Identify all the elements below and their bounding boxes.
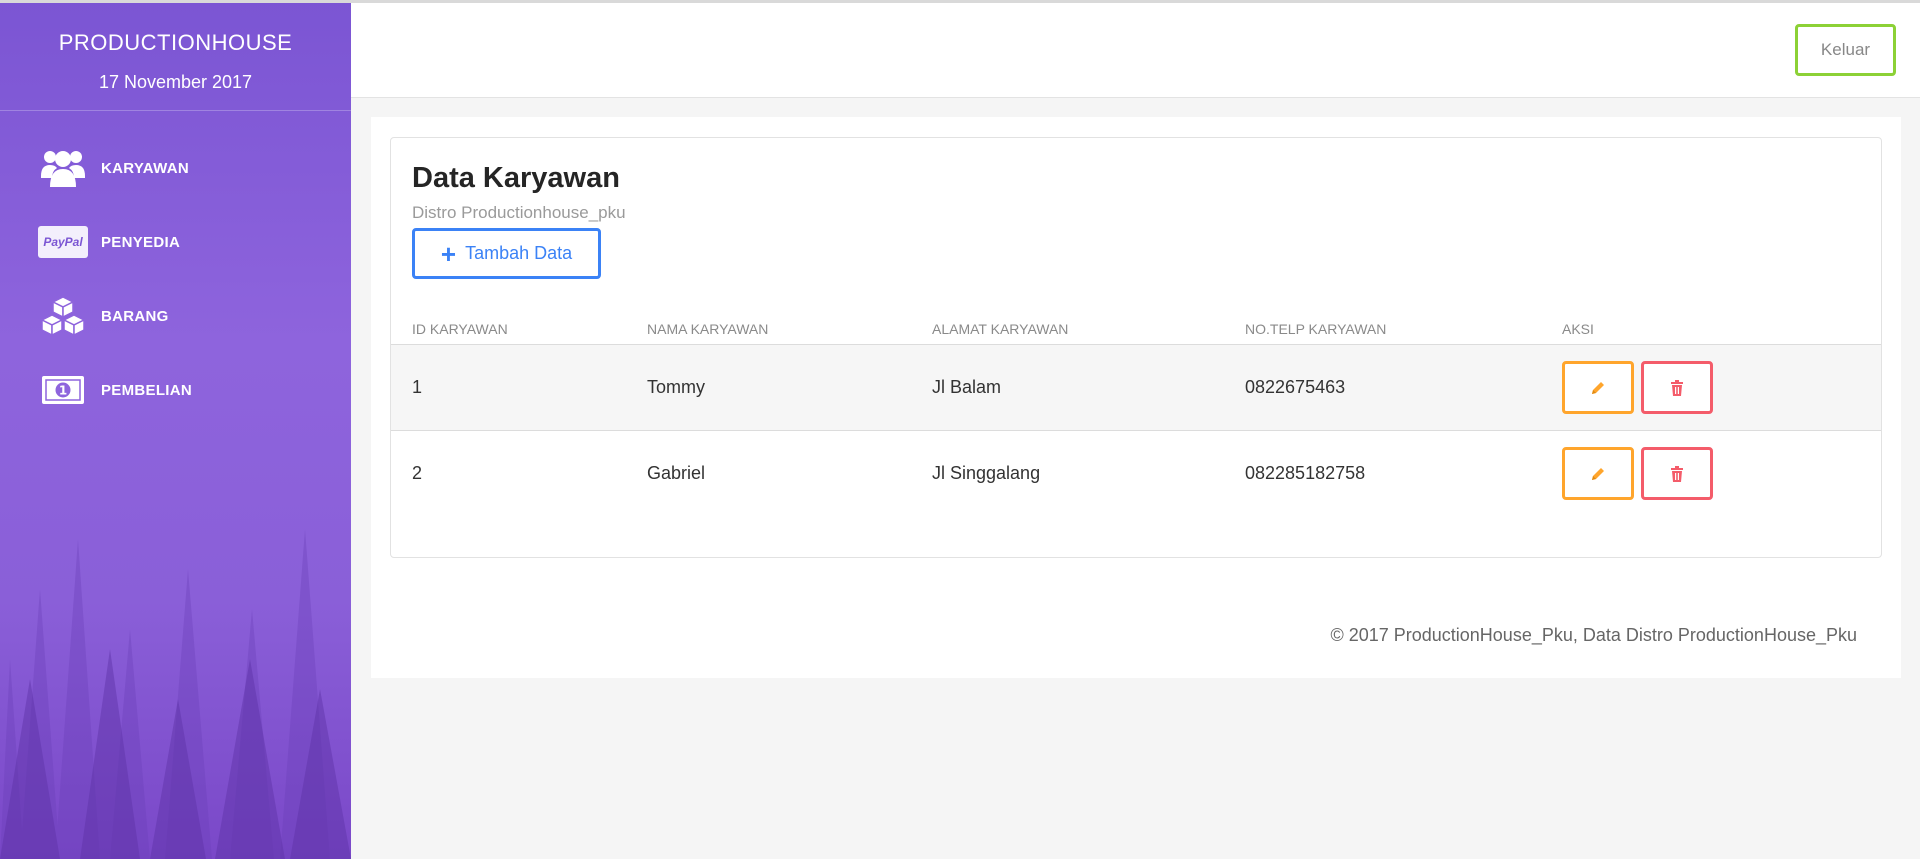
sidebar-item-label: KARYAWAN: [101, 159, 189, 177]
cell-address: Jl Singgalang: [932, 463, 1041, 483]
paypal-badge-text: PayPal: [38, 226, 88, 258]
forest-background: [0, 529, 351, 859]
add-data-button[interactable]: + Tambah Data: [412, 228, 601, 279]
cell-name: Gabriel: [647, 463, 706, 483]
column-header-id: ID KARYAWAN: [412, 321, 508, 337]
cell-name: Tommy: [647, 377, 705, 397]
employee-table: ID KARYAWAN NAMA KARYAWAN ALAMAT KARYAWA…: [391, 313, 1881, 517]
svg-text:1: 1: [59, 384, 67, 398]
edit-button[interactable]: [1562, 361, 1634, 414]
cell-address: Jl Balam: [932, 377, 1002, 397]
column-header-phone: NO.TELP KARYAWAN: [1245, 321, 1387, 337]
top-navbar: Keluar: [351, 0, 1920, 98]
sidebar-item-barang[interactable]: BARANG: [0, 279, 351, 353]
cell-id: 1: [412, 377, 423, 397]
plus-icon: +: [440, 238, 457, 269]
current-date: 17 November 2017: [98, 72, 253, 92]
page-title: Data Karyawan: [412, 162, 620, 194]
cell-phone: 082285182758: [1245, 463, 1366, 483]
trash-icon: [1671, 465, 1683, 482]
column-header-address: ALAMAT KARYAWAN: [932, 321, 1069, 337]
table-row: 2 Gabriel Jl Singgalang 082285182758: [391, 431, 1881, 517]
top-border: [0, 0, 1920, 3]
delete-button[interactable]: [1641, 361, 1713, 414]
sidebar-item-pembelian[interactable]: 1 PEMBELIAN: [0, 353, 351, 427]
employee-card: Data Karyawan Distro Productionhouse_pku…: [390, 137, 1882, 558]
cell-phone: 0822675463: [1245, 377, 1346, 397]
sidebar: PRODUCTIONHOUSE 17 November 2017 KARYAWA…: [0, 0, 351, 859]
sidebar-item-label: PEMBELIAN: [101, 381, 193, 399]
sidebar-item-penyedia[interactable]: PayPal PENYEDIA: [0, 205, 351, 279]
footer-copyright: © 2017 ProductionHouse_Pku, Data Distro …: [1330, 625, 1857, 645]
sidebar-item-karyawan[interactable]: KARYAWAN: [0, 131, 351, 205]
paypal-icon: PayPal: [38, 221, 88, 263]
boxes-icon: [38, 295, 88, 337]
sidebar-item-label: PENYEDIA: [101, 233, 181, 251]
delete-button[interactable]: [1641, 447, 1713, 500]
add-data-label: Tambah Data: [465, 243, 573, 263]
sidebar-item-label: BARANG: [101, 307, 169, 325]
column-header-name: NAMA KARYAWAN: [647, 321, 769, 337]
brand-name: PRODUCTIONHOUSE: [58, 30, 293, 55]
table-header: ID KARYAWAN NAMA KARYAWAN ALAMAT KARYAWA…: [391, 313, 1881, 345]
table-row: 1 Tommy Jl Balam 0822675463: [391, 345, 1881, 431]
pencil-icon: [1592, 381, 1604, 394]
brand-header: PRODUCTIONHOUSE 17 November 2017: [0, 0, 351, 111]
money-icon: 1: [38, 369, 88, 411]
cell-id: 2: [412, 463, 423, 483]
column-header-action: AKSI: [1562, 321, 1594, 337]
page-subtitle: Distro Productionhouse_pku: [412, 203, 626, 222]
main-content: Data Karyawan Distro Productionhouse_pku…: [371, 117, 1901, 678]
sidebar-nav: KARYAWAN PayPal PENYEDIA BARANG 1 PEMBEL…: [0, 131, 351, 427]
users-icon: [38, 147, 88, 189]
trash-icon: [1671, 379, 1683, 396]
logout-button[interactable]: Keluar: [1795, 24, 1896, 76]
edit-button[interactable]: [1562, 447, 1634, 500]
pencil-icon: [1592, 467, 1604, 480]
